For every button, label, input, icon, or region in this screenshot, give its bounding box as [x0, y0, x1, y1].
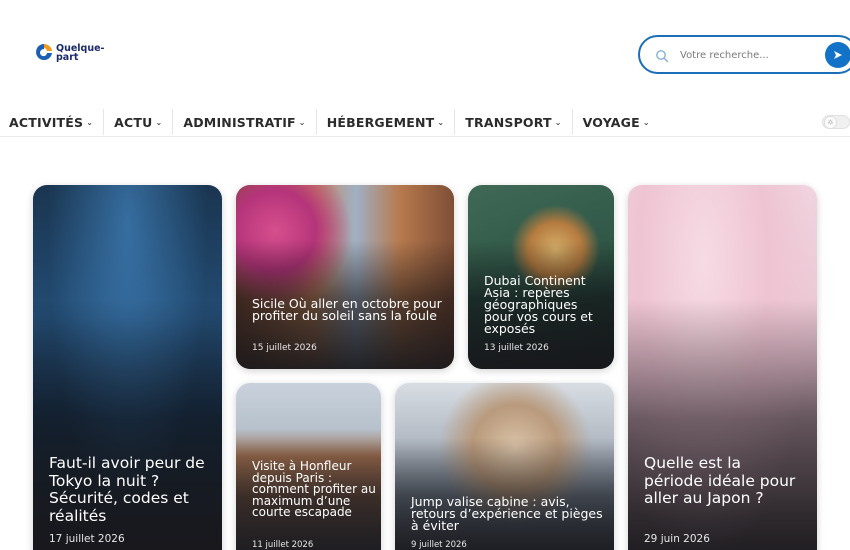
article-card[interactable]: Sicile Où aller en octobre pour profiter… [236, 185, 454, 369]
nav-label: ADMINISTRATIF [183, 114, 296, 130]
article-card[interactable]: Dubai Continent Asia : repères géographi… [468, 185, 614, 369]
article-title: Sicile Où aller en octobre pour profiter… [252, 296, 442, 323]
search-bar [638, 35, 850, 74]
nav-label: HÉBERGEMENT [326, 114, 435, 130]
nav-divider [0, 136, 850, 137]
article-title: Dubai Continent Asia : repères géographi… [484, 273, 593, 336]
article-date: 15 juillet 2026 [252, 343, 317, 353]
search-input[interactable] [680, 45, 815, 65]
chevron-down-icon: ⌄ [86, 117, 94, 127]
article-card[interactable]: Jump valise cabine : avis, retours d’exp… [395, 383, 614, 550]
article-date: 9 juillet 2026 [411, 540, 467, 550]
nav-item-administratif[interactable]: ADMINISTRATIF ⌄ [172, 109, 315, 135]
nav-label: TRANSPORT [465, 114, 552, 130]
article-title: Visite à Honfleur depuis Paris : comment… [252, 459, 376, 519]
logo-icon [35, 42, 53, 64]
chevron-down-icon: ⌄ [155, 117, 163, 127]
article-date: 11 juillet 2026 [252, 540, 314, 550]
chevron-down-icon: ⌄ [642, 117, 650, 127]
article-card[interactable]: Faut-il avoir peur de Tokyo la nuit ? Sé… [33, 185, 222, 550]
search-submit-button[interactable] [825, 42, 850, 68]
nav-item-activites[interactable]: ACTIVITÉS ⌄ [0, 109, 103, 135]
nav-item-transport[interactable]: TRANSPORT ⌄ [454, 109, 571, 135]
article-title: Jump valise cabine : avis, retours d’exp… [411, 494, 603, 533]
chevron-down-icon: ⌄ [437, 117, 445, 127]
chevron-down-icon: ⌄ [554, 117, 562, 127]
nav-label: ACTIVITÉS [9, 114, 84, 130]
article-title: Quelle est la période idéale pour aller … [644, 454, 796, 507]
nav-item-actu[interactable]: ACTU ⌄ [103, 109, 172, 135]
article-card[interactable]: Quelle est la période idéale pour aller … [628, 185, 817, 550]
site-logo[interactable]: Quelque- part [35, 42, 105, 64]
send-arrow-icon [833, 48, 843, 63]
main-nav: ACTIVITÉS ⌄ ACTU ⌄ ADMINISTRATIF ⌄ HÉBERGEM… [0, 108, 660, 136]
article-date: 29 juin 2026 [644, 533, 710, 545]
article-title: Faut-il avoir peur de Tokyo la nuit ? Sé… [49, 454, 205, 525]
nav-item-voyage[interactable]: VOYAGE ⌄ [571, 109, 660, 135]
article-date: 17 juillet 2026 [49, 533, 125, 545]
nav-label: VOYAGE [582, 114, 640, 130]
nav-item-hebergement[interactable]: HÉBERGEMENT ⌄ [315, 109, 455, 135]
nav-label: ACTU [114, 114, 153, 130]
chevron-down-icon: ⌄ [298, 117, 306, 127]
article-card[interactable]: Visite à Honfleur depuis Paris : comment… [236, 383, 381, 550]
logo-text: Quelque- part [56, 44, 105, 63]
search-icon [655, 48, 669, 63]
article-date: 13 juillet 2026 [484, 343, 549, 353]
theme-toggle[interactable]: ☼ [822, 115, 850, 129]
logo-line-2: part [56, 52, 79, 63]
sun-icon: ☼ [824, 116, 837, 129]
